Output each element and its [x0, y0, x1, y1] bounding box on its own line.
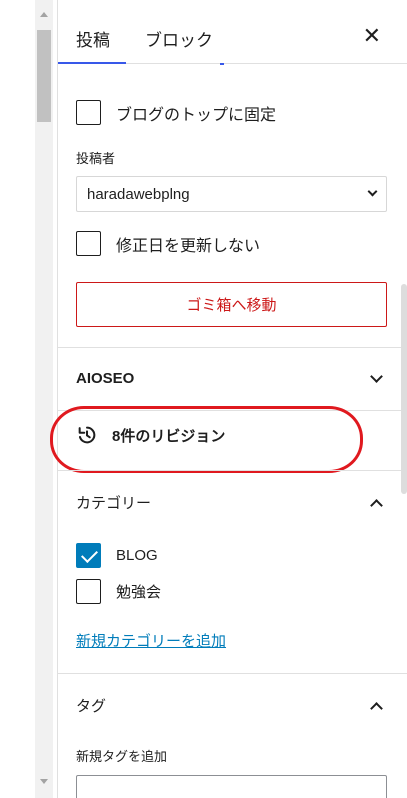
add-new-category-link[interactable]: 新規カテゴリーを追加 [76, 630, 226, 651]
tags-panel-toggle[interactable]: タグ [76, 695, 383, 716]
categories-title: カテゴリー [76, 495, 152, 512]
scroll-down-arrow-icon[interactable] [40, 779, 48, 784]
divider [58, 673, 407, 674]
author-label: 投稿者 [76, 151, 116, 166]
tab-block[interactable]: ブロック [145, 26, 213, 51]
category-checkbox-blog[interactable] [76, 543, 101, 568]
tags-title: タグ [76, 698, 107, 715]
author-select[interactable]: haradawebplng [76, 176, 387, 212]
sidebar-scrollbar-thumb[interactable] [401, 284, 407, 494]
sticky-option[interactable]: ブログのトップに固定 [76, 100, 276, 125]
tab-posts[interactable]: 投稿 [76, 26, 110, 51]
no-update-date-checkbox[interactable] [76, 231, 101, 256]
author-value: haradawebplng [87, 185, 190, 203]
sticky-label: ブログのトップに固定 [116, 106, 277, 124]
category-label: 勉強会 [116, 584, 162, 601]
chevron-down-icon [370, 369, 383, 383]
no-update-date-label: 修正日を更新しない [116, 237, 261, 255]
add-tag-input[interactable] [76, 775, 387, 798]
sticky-checkbox[interactable] [76, 100, 101, 125]
close-icon[interactable]: ✕ [363, 25, 381, 47]
divider [58, 410, 407, 411]
revisions-link[interactable]: 8件のリビジョン [76, 424, 225, 446]
categories-panel-toggle[interactable]: カテゴリー [76, 492, 383, 513]
add-tag-label: 新規タグを追加 [76, 749, 168, 764]
scroll-up-arrow-icon[interactable] [40, 12, 48, 17]
chevron-up-icon [370, 701, 383, 715]
category-checkbox-study[interactable] [76, 579, 101, 604]
page-scrollbar[interactable] [35, 0, 53, 798]
divider [58, 347, 407, 348]
category-item[interactable]: BLOG [76, 543, 158, 568]
sidebar-tabs: 投稿 ブロック ✕ [58, 0, 407, 65]
revisions-label: 8件のリビジョン [112, 427, 226, 445]
no-update-date-option[interactable]: 修正日を更新しない [76, 231, 260, 256]
active-tab-indicator [58, 62, 126, 64]
chevron-down-icon [367, 186, 378, 197]
sidebar-scrollbar[interactable] [401, 64, 407, 798]
category-item[interactable]: 勉強会 [76, 579, 161, 604]
chevron-up-icon [370, 498, 383, 512]
tab-focus-indicator [220, 63, 224, 65]
category-label: BLOG [116, 547, 158, 564]
history-icon [78, 426, 96, 444]
aioseo-title: AIOSEO [76, 370, 135, 387]
page-scrollbar-thumb[interactable] [37, 30, 51, 122]
move-to-trash-button[interactable]: ゴミ箱へ移動 [76, 282, 387, 327]
settings-sidebar: 投稿 ブロック ✕ ブログのトップに固定 投稿者 haradawebplng 修… [50, 0, 407, 798]
aioseo-panel-toggle[interactable]: AIOSEO [76, 369, 383, 387]
divider [58, 470, 407, 471]
